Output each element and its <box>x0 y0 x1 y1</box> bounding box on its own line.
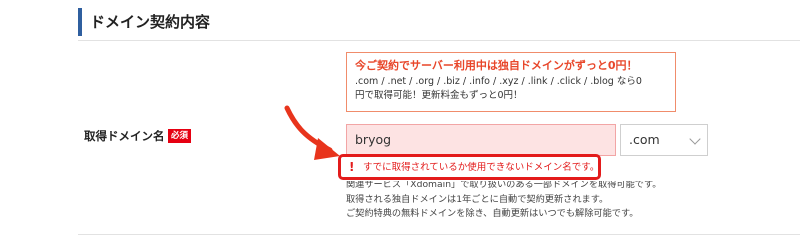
domain-contract-section: ドメイン契約内容 今ご契約でサーバー利用中は独自ドメインがずっと0円！ .com… <box>0 0 800 242</box>
red-curved-arrow-icon <box>284 105 340 160</box>
